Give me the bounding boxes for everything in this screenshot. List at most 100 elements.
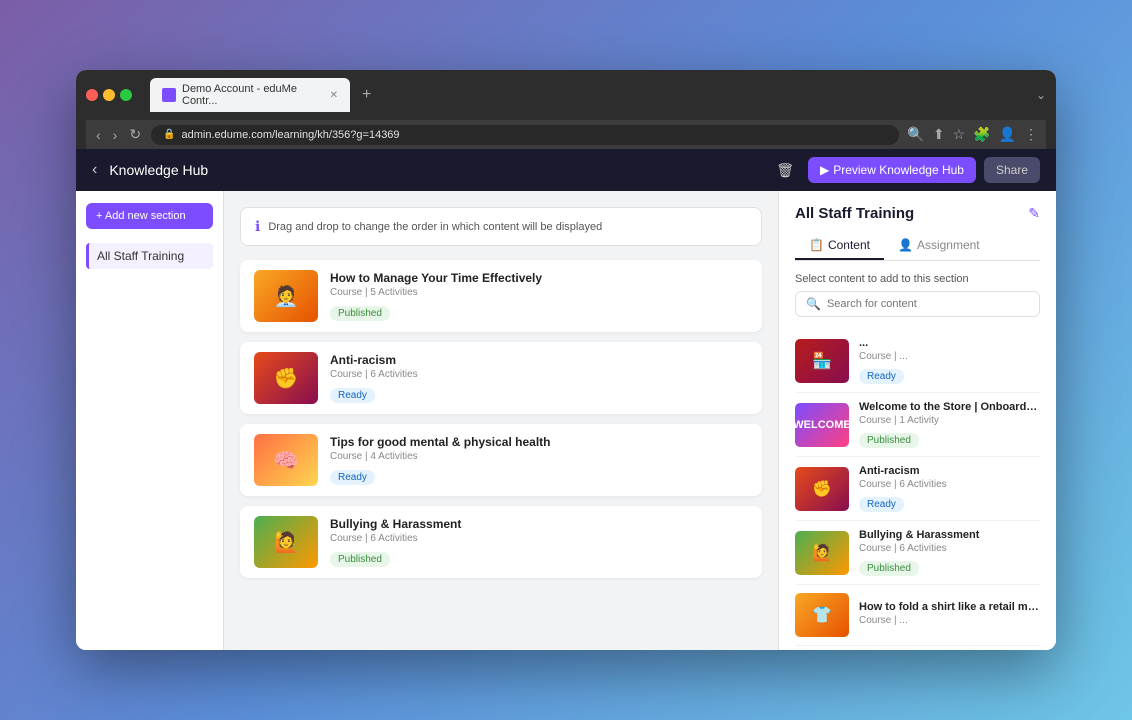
- panel-course-info-3: Bullying & Harassment Course | 6 Activit…: [859, 529, 1040, 576]
- course-thumbnail-2: 🧠: [254, 434, 318, 486]
- course-emoji-3: 🙋: [254, 516, 318, 568]
- search-input[interactable]: [827, 298, 1029, 310]
- course-info-0: How to Manage Your Time Effectively Cour…: [330, 271, 748, 321]
- center-content: ℹ Drag and drop to change the order in w…: [224, 191, 778, 650]
- preview-btn-label: Preview Knowledge Hub: [833, 163, 964, 177]
- url-text: admin.edume.com/learning/kh/356?g=14369: [182, 129, 400, 141]
- course-meta-3: Course | 6 Activities: [330, 533, 748, 544]
- panel-thumbnail-2: ✊: [795, 467, 849, 511]
- delete-button[interactable]: 🗑: [770, 158, 800, 183]
- panel-course-meta-2: Course | 6 Activities: [859, 479, 1040, 490]
- panel-thumbnail-1: WELCOME: [795, 403, 849, 447]
- panel-header: All Staff Training ✎ 📋 Content 👤 Assignm…: [779, 191, 1056, 261]
- panel-course-item-4[interactable]: 👕 How to fold a shirt like a retail mons…: [795, 585, 1040, 646]
- share-button[interactable]: Share: [984, 157, 1040, 183]
- maximize-traffic-light[interactable]: [120, 89, 132, 101]
- share-browser-icon[interactable]: ⬆: [933, 126, 945, 143]
- app-content: ‹ Knowledge Hub 🗑 ▶ Preview Knowledge Hu…: [76, 149, 1056, 650]
- panel-course-info-1: Welcome to the Store | Onboarding C... C…: [859, 401, 1040, 448]
- browser-controls: Demo Account - eduMe Contr... ✕ + ⌄: [86, 78, 1046, 112]
- course-status-badge-1: Ready: [330, 388, 375, 403]
- panel-course-item-0[interactable]: 🏪 ... Course | ... Ready: [795, 329, 1040, 393]
- drag-notice-text: Drag and drop to change the order in whi…: [268, 221, 602, 233]
- tab-favicon: [162, 88, 176, 102]
- preview-knowledge-hub-button[interactable]: ▶ Preview Knowledge Hub: [808, 157, 976, 183]
- course-title-0: How to Manage Your Time Effectively: [330, 271, 748, 285]
- panel-course-title-3: Bullying & Harassment: [859, 529, 1040, 541]
- bookmark-icon[interactable]: ☆: [953, 126, 966, 143]
- panel-course-item-1[interactable]: WELCOME Welcome to the Store | Onboardin…: [795, 393, 1040, 457]
- forward-browser-button[interactable]: ›: [111, 125, 120, 145]
- extensions-icon[interactable]: 🧩: [973, 126, 990, 143]
- add-new-section-button[interactable]: + Add new section: [86, 203, 213, 229]
- course-title-2: Tips for good mental & physical health: [330, 435, 748, 449]
- tab-overflow-button[interactable]: ⌄: [1036, 88, 1046, 102]
- nav-actions: 🗑 ▶ Preview Knowledge Hub Share: [770, 157, 1040, 183]
- panel-emoji-1: WELCOME: [795, 403, 849, 447]
- tab-title: Demo Account - eduMe Contr...: [182, 83, 320, 107]
- panel-title-row: All Staff Training ✎: [795, 205, 1040, 222]
- address-bar[interactable]: 🔒 admin.edume.com/learning/kh/356?g=1436…: [151, 125, 899, 145]
- profile-icon[interactable]: 👤: [999, 126, 1016, 143]
- panel-body: Select content to add to this section 🔍 …: [779, 261, 1056, 650]
- panel-course-title-2: Anti-racism: [859, 465, 1040, 477]
- active-browser-tab[interactable]: Demo Account - eduMe Contr... ✕: [150, 78, 350, 112]
- browser-window: Demo Account - eduMe Contr... ✕ + ⌄ ‹ › …: [76, 70, 1056, 650]
- course-thumbnail-1: ✊: [254, 352, 318, 404]
- course-emoji-0: 🧑‍💼: [254, 270, 318, 322]
- tab-close-button[interactable]: ✕: [330, 90, 338, 101]
- course-card-0: 🧑‍💼 How to Manage Your Time Effectively …: [240, 260, 762, 332]
- assignment-tab-label: Assignment: [917, 238, 980, 252]
- panel-emoji-2: ✊: [795, 467, 849, 511]
- minimize-traffic-light[interactable]: [103, 89, 115, 101]
- panel-course-item-3[interactable]: 🙋 Bullying & Harassment Course | 6 Activ…: [795, 521, 1040, 585]
- menu-icon[interactable]: ⋮: [1024, 126, 1038, 143]
- panel-course-meta-4: Course | ...: [859, 615, 1040, 626]
- sidebar-item-label: All Staff Training: [97, 249, 184, 263]
- main-layout: + Add new section All Staff Training ℹ D…: [76, 191, 1056, 650]
- info-icon: ℹ: [255, 218, 260, 235]
- course-emoji-2: 🧠: [254, 434, 318, 486]
- panel-course-meta-1: Course | 1 Activity: [859, 415, 1040, 426]
- content-tab-label: Content: [828, 238, 870, 252]
- sidebar-item-all-staff-training[interactable]: All Staff Training: [86, 243, 213, 269]
- panel-course-info-4: How to fold a shirt like a retail monste…: [859, 601, 1040, 630]
- panel-thumbnail-4: 👕: [795, 593, 849, 637]
- search-bar[interactable]: 🔍: [795, 291, 1040, 317]
- drag-notice: ℹ Drag and drop to change the order in w…: [240, 207, 762, 246]
- course-title-3: Bullying & Harassment: [330, 517, 748, 531]
- panel-emoji-3: 🙋: [795, 531, 849, 575]
- select-content-label: Select content to add to this section: [795, 273, 1040, 285]
- course-emoji-1: ✊: [254, 352, 318, 404]
- nav-title: Knowledge Hub: [109, 162, 758, 178]
- panel-course-title-1: Welcome to the Store | Onboarding C...: [859, 401, 1040, 413]
- tab-content[interactable]: 📋 Content: [795, 232, 884, 260]
- course-info-1: Anti-racism Course | 6 Activities Ready: [330, 353, 748, 403]
- search-browser-icon[interactable]: 🔍: [907, 126, 924, 143]
- close-traffic-light[interactable]: [86, 89, 98, 101]
- tab-bar: Demo Account - eduMe Contr... ✕ + ⌄: [150, 78, 1046, 112]
- preview-icon: ▶: [820, 163, 829, 177]
- panel-emoji-4: 👕: [795, 593, 849, 637]
- back-browser-button[interactable]: ‹: [94, 125, 103, 145]
- panel-course-item-2[interactable]: ✊ Anti-racism Course | 6 Activities Read…: [795, 457, 1040, 521]
- edit-section-icon[interactable]: ✎: [1028, 205, 1040, 222]
- tab-assignment[interactable]: 👤 Assignment: [884, 232, 994, 260]
- panel-course-title-0: ...: [859, 337, 1040, 349]
- address-bar-row: ‹ › ↻ 🔒 admin.edume.com/learning/kh/356?…: [86, 120, 1046, 149]
- search-icon: 🔍: [806, 297, 821, 311]
- panel-thumbnail-3: 🙋: [795, 531, 849, 575]
- browser-chrome: Demo Account - eduMe Contr... ✕ + ⌄ ‹ › …: [76, 70, 1056, 149]
- panel-course-status-2: Ready: [859, 497, 904, 512]
- panel-course-status-1: Published: [859, 433, 919, 448]
- panel-title: All Staff Training: [795, 205, 914, 222]
- course-info-2: Tips for good mental & physical health C…: [330, 435, 748, 485]
- back-nav-button[interactable]: ‹: [92, 161, 97, 179]
- refresh-browser-button[interactable]: ↻: [127, 124, 143, 145]
- course-meta-1: Course | 6 Activities: [330, 369, 748, 380]
- panel-course-meta-0: Course | ...: [859, 351, 1040, 362]
- panel-course-meta-3: Course | 6 Activities: [859, 543, 1040, 554]
- new-tab-button[interactable]: +: [356, 84, 377, 106]
- panel-course-info-2: Anti-racism Course | 6 Activities Ready: [859, 465, 1040, 512]
- sidebar: + Add new section All Staff Training: [76, 191, 224, 650]
